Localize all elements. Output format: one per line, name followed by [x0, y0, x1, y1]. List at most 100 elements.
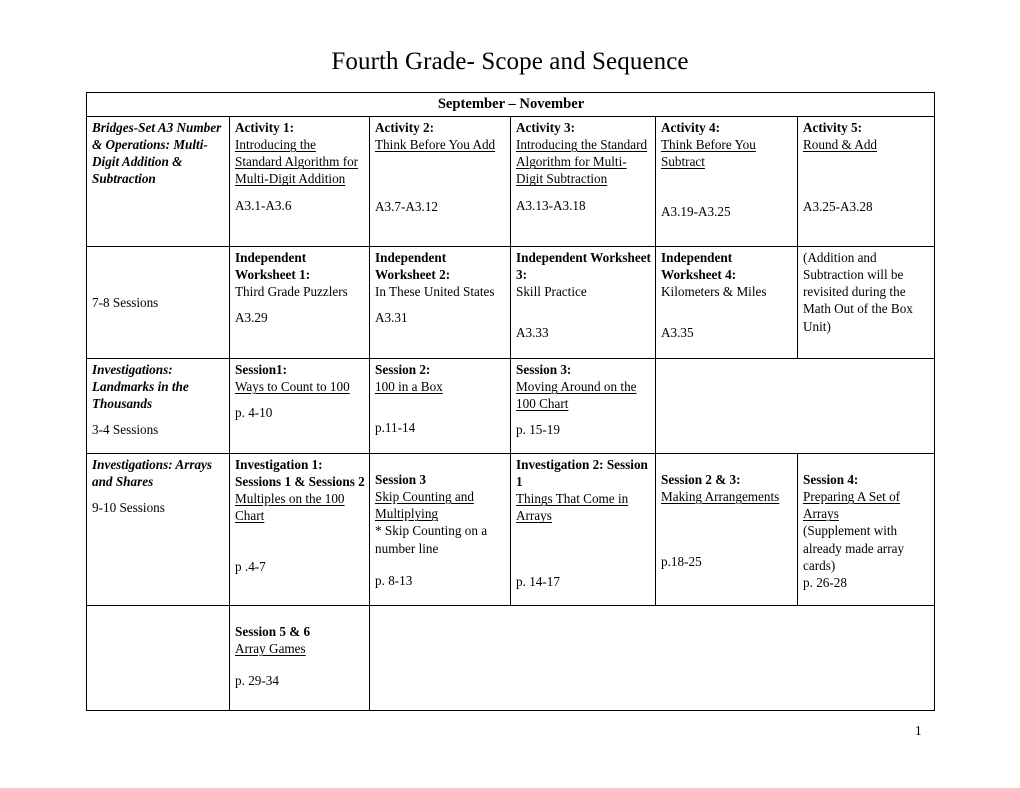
sessions-count: 9-10 Sessions: [92, 500, 165, 516]
empty-cell: [368, 604, 936, 711]
investigation-heading: Session 4:: [803, 471, 859, 487]
investigation-note: (Supplement with already made array card…: [803, 523, 905, 573]
sessions-count: 7-8 Sessions: [92, 294, 159, 310]
session-cell-1: Session1: Ways to Count to 100 p. 4-10: [229, 357, 370, 454]
session-link[interactable]: Array Games: [235, 641, 306, 656]
table-row: 7-8 Sessions Independent Worksheet 1: Th…: [86, 245, 936, 359]
investigation-cell-3: Investigation 2: Session 1 Things That C…: [510, 452, 656, 606]
table-row: Investigations: Landmarks in the Thousan…: [86, 357, 936, 454]
investigation-cell-5: Session 4: Preparing A Set of Arrays (Su…: [796, 452, 936, 606]
table-row: Investigations: Arrays and Shares 9-10 S…: [86, 452, 936, 606]
unit-label: Investigations: Arrays and Shares: [92, 456, 213, 490]
session-heading: Session 5 & 6: [235, 623, 311, 639]
session-cell-3: Session 3: Moving Around on the 100 Char…: [510, 357, 656, 454]
session-link[interactable]: Moving Around on the 100 Chart: [516, 379, 637, 411]
activity-cell-3: Activity 3: Introducing the Standard Alg…: [510, 115, 656, 247]
activity-pages: A3.13-A3.18: [516, 197, 586, 213]
sessions-count: 3-4 Sessions: [92, 422, 159, 438]
activity-heading: Activity 2:: [375, 119, 434, 135]
worksheet-pages: A3.33: [516, 325, 549, 341]
empty-cell: [86, 604, 230, 711]
session-pages: p.11-14: [375, 420, 416, 436]
activity-pages: A3.1-A3.6: [235, 197, 292, 213]
activity-link[interactable]: Round & Add: [803, 137, 877, 152]
investigation-heading: Investigation 2: Session 1: [516, 456, 648, 490]
activity-pages: A3.19-A3.25: [661, 204, 731, 220]
session-cell-2: Session 2: 100 in a Box p.11-14: [369, 357, 511, 454]
investigation-pages: p.18-25: [661, 554, 702, 570]
session-cell-array-games: Session 5 & 6 Array Games p. 29-34: [229, 604, 370, 711]
unit-sessions-cell-bridges: 7-8 Sessions: [86, 245, 230, 359]
session-heading: Session 3:: [516, 361, 572, 377]
investigation-link[interactable]: Making Arrangements: [661, 489, 779, 504]
table-row: Bridges-Set A3 Number & Operations: Mult…: [86, 115, 936, 247]
page-number: 1: [915, 723, 922, 738]
investigation-pages: p. 26-28: [803, 574, 847, 590]
investigation-link[interactable]: Preparing A Set of Arrays: [803, 489, 900, 521]
unit-cell-landmarks: Investigations: Landmarks in the Thousan…: [86, 357, 230, 454]
investigation-cell-1: Investigation 1: Sessions 1 & Sessions 2…: [229, 452, 370, 606]
investigation-link[interactable]: Skip Counting and Multiplying: [375, 489, 474, 521]
table-row: Session 5 & 6 Array Games p. 29-34: [86, 604, 936, 711]
worksheet-pages: A3.29: [235, 310, 268, 326]
investigation-pages: p .4-7: [235, 558, 266, 574]
investigation-heading: Session 3: [375, 471, 426, 487]
session-link[interactable]: Ways to Count to 100: [235, 379, 350, 394]
worksheet-text: Skill Practice: [516, 284, 587, 300]
investigation-heading: Session 2 & 3:: [661, 471, 741, 487]
month-header-cell: September – November: [85, 92, 936, 117]
session-link[interactable]: 100 in a Box: [375, 379, 443, 394]
activity-heading: Activity 3:: [516, 119, 575, 135]
investigation-cell-4: Session 2 & 3: Making Arrangements p.18-…: [655, 452, 798, 606]
document-page: Fourth Grade- Scope and Sequence Septemb…: [0, 0, 1020, 788]
worksheet-heading: Independent Worksheet 2:: [375, 249, 451, 283]
unit-label: Investigations: Landmarks in the Thousan…: [92, 361, 189, 412]
session-pages: p. 4-10: [235, 405, 273, 421]
worksheet-note: (Addition and Subtraction will be revisi…: [803, 249, 913, 334]
activity-pages: A3.7-A3.12: [375, 199, 439, 215]
investigation-link[interactable]: Multiples on the 100 Chart: [235, 491, 345, 523]
activity-heading: Activity 5:: [803, 119, 862, 135]
investigation-link[interactable]: Things That Come in Arrays: [516, 491, 628, 523]
activity-link[interactable]: Introducing the Standard Algorithm for M…: [516, 137, 647, 186]
worksheet-heading: Independent Worksheet 4:: [661, 249, 737, 283]
investigation-cell-2: Session 3 Skip Counting and Multiplying …: [369, 452, 511, 606]
session-pages: p. 29-34: [235, 673, 279, 689]
session-heading: Session1:: [235, 361, 288, 377]
investigation-note: * Skip Counting on a number line: [375, 523, 488, 556]
activity-pages: A3.25-A3.28: [803, 199, 873, 215]
activity-cell-5: Activity 5: Round & Add A3.25-A3.28: [796, 115, 936, 247]
activity-heading: Activity 4:: [661, 119, 720, 135]
worksheet-cell-3: Independent Worksheet 3: Skill Practice …: [510, 245, 656, 359]
activity-link[interactable]: Think Before You Add: [375, 137, 495, 152]
activity-heading: Activity 1:: [235, 119, 294, 135]
activity-link[interactable]: Think Before You Subtract: [661, 137, 756, 169]
unit-label: Bridges-Set A3 Number & Operations: Mult…: [92, 119, 222, 187]
table-row-month-header: September – November: [85, 92, 936, 117]
investigation-pages: p. 14-17: [516, 573, 560, 589]
activity-link[interactable]: Introducing the Standard Algorithm for M…: [235, 137, 358, 186]
worksheet-text: Third Grade Puzzlers: [235, 284, 348, 300]
scope-and-sequence-table: September – November Bridges-Set A3 Numb…: [85, 92, 936, 711]
unit-cell-bridges: Bridges-Set A3 Number & Operations: Mult…: [86, 115, 230, 247]
